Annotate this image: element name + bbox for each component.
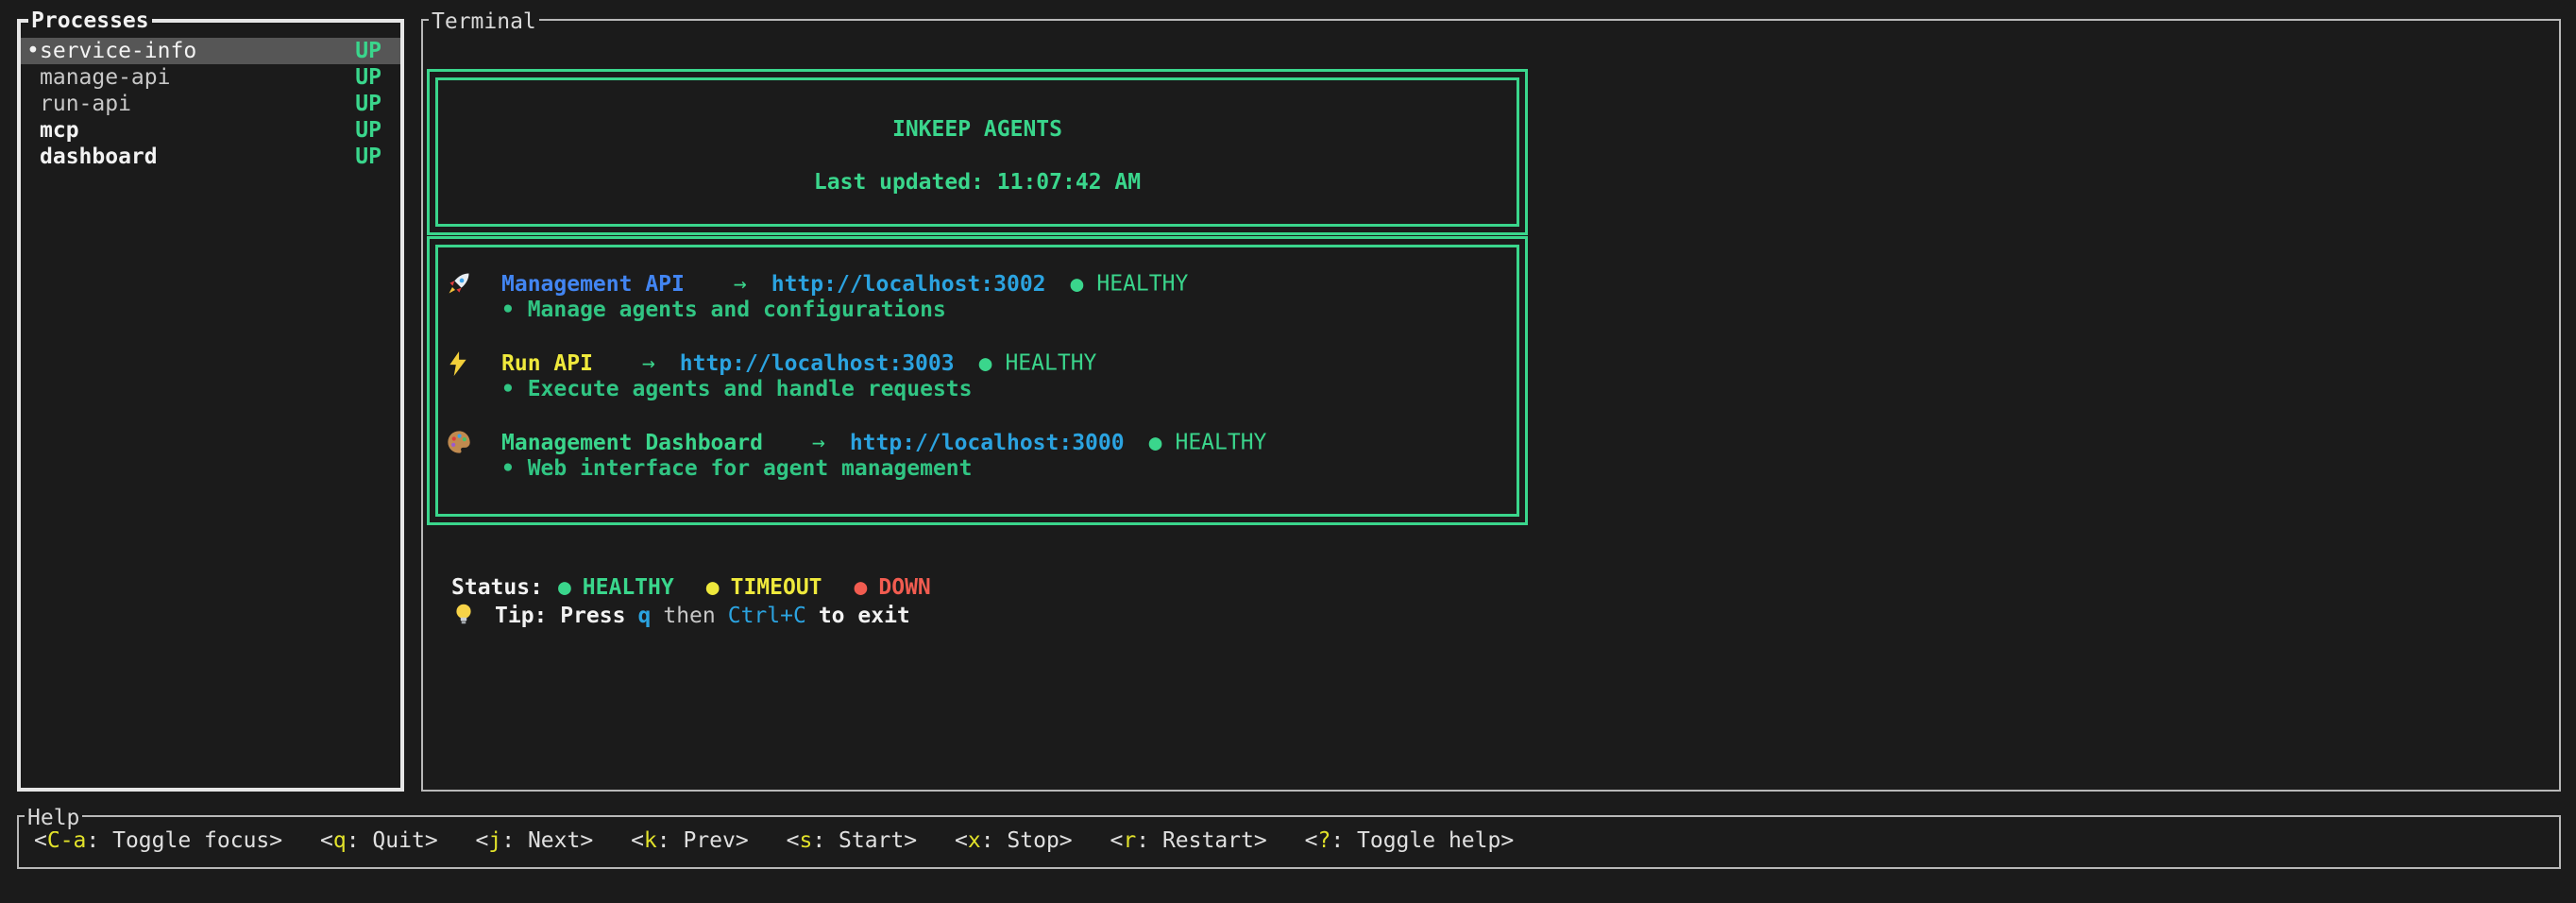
process-status-badge: UP [355,117,381,144]
process-status-badge: UP [355,144,381,170]
banner-last-updated: Last updated: 11:07:42 AM [438,169,1517,196]
service-label: Management API [501,272,685,297]
process-name: run-api [40,91,355,117]
timeout-dot-icon: ● [706,575,720,600]
service-row-run-api: Run API → http://localhost:3003 ● HEALTHY • … [446,349,1517,402]
tip-line: Tip: Press qthen Ctrl+C to exit [451,601,910,627]
service-row-management-dashboard: Management Dashboard → http://localhost:30… [446,429,1517,482]
help-item-restart: <r: Restart> [1110,828,1267,853]
status-legend: Status: ● HEALTHY ● TIMEOUT ● DOWN [451,574,963,601]
tip-key-q: q [637,604,651,628]
action-label: Start [839,828,904,853]
banner-box: INKEEP AGENTS Last updated: 11:07:42 AM [427,69,1528,235]
healthy-dot-icon: ● [558,575,571,600]
process-name: dashboard [40,144,355,170]
key-label: r [1123,828,1136,853]
action-label: Prev [683,828,735,853]
down-dot-icon: ● [855,575,868,600]
process-status-badge: UP [355,38,381,64]
service-url[interactable]: http://localhost:3000 [850,431,1125,455]
palette-icon [446,429,501,457]
processes-panel-title: Processes [28,8,152,34]
help-keybindings: <C-a: Toggle focus> <q: Quit> <j: Next> … [19,817,2559,854]
service-url[interactable]: http://localhost:3002 [771,272,1046,297]
banner-title: INKEEP AGENTS [438,116,1517,143]
service-description: • Execute agents and handle requests [501,376,1517,402]
app-root: Processes • service-info UP manage-api U… [0,0,2576,903]
process-row-mcp[interactable]: mcp UP [21,117,400,144]
service-description: • Web interface for agent management [501,455,1517,482]
health-dot-icon: ● [1149,431,1162,455]
process-name: service-info [40,38,355,64]
service-label: Run API [501,351,593,376]
action-label: Toggle focus [112,828,269,853]
terminal-panel[interactable]: Terminal INKEEP AGENTS Last updated: 11:… [421,19,2561,792]
key-label: q [333,828,347,853]
selection-marker: • [26,38,40,64]
service-row-management-api: Management API → http://localhost:3002 ● HEA… [446,270,1517,323]
bulb-icon [451,601,480,629]
process-list: • service-info UP manage-api UP run-api … [21,23,400,170]
action-label: Quit [372,828,424,853]
help-item-next: <j: Next> [476,828,594,853]
process-name: mcp [40,117,355,144]
help-item-toggle-focus: <C-a: Toggle focus> [34,828,282,853]
process-row-service-info[interactable]: • service-info UP [21,38,400,64]
legend-healthy: HEALTHY [583,575,674,600]
arrow-right-icon: → [734,272,747,297]
tip-prefix: Tip: Press [495,604,625,628]
service-url[interactable]: http://localhost:3003 [680,351,955,376]
help-item-prev: <k: Prev> [631,828,749,853]
legend-down: DOWN [878,575,930,600]
help-item-start: <s: Start> [787,828,918,853]
service-label: Management Dashboard [501,431,763,455]
action-label: Toggle help [1357,828,1500,853]
arrow-right-icon: → [642,351,655,376]
service-health-status: HEALTHY [1096,272,1188,297]
action-label: Stop [1007,828,1059,853]
process-row-manage-api[interactable]: manage-api UP [21,64,400,91]
terminal-panel-title: Terminal [429,9,539,35]
key-label: s [799,828,812,853]
help-item-toggle-help: <?: Toggle help> [1305,828,1515,853]
legend-label: Status: [451,575,543,600]
process-row-dashboard[interactable]: dashboard UP [21,144,400,170]
rocket-icon [446,270,501,298]
key-label: ? [1317,828,1330,853]
help-item-stop: <x: Stop> [955,828,1073,853]
processes-panel: Processes • service-info UP manage-api U… [17,19,404,792]
process-row-run-api[interactable]: run-api UP [21,91,400,117]
help-panel: Help <C-a: Toggle focus> <q: Quit> <j: N… [17,815,2561,869]
tip-combo-ctrl-c: Ctrl+C [728,604,806,628]
action-label: Next [528,828,580,853]
health-dot-icon: ● [979,351,992,376]
help-item-quit: <q: Quit> [320,828,438,853]
arrow-right-icon: → [812,431,825,455]
process-status-badge: UP [355,64,381,91]
tip-suffix: to exit [819,604,910,628]
tip-middle: then [663,604,715,628]
service-health-status: HEALTHY [1175,431,1266,455]
key-label: x [968,828,981,853]
zap-icon [446,349,501,378]
legend-timeout: TIMEOUT [731,575,822,600]
service-health-status: HEALTHY [1005,351,1096,376]
action-label: Restart [1162,828,1254,853]
key-label: k [644,828,657,853]
help-panel-title: Help [25,805,82,831]
process-name: manage-api [40,64,355,91]
process-status-badge: UP [355,91,381,117]
key-label: j [488,828,501,853]
key-label: C-a [47,828,87,853]
services-box: Management API → http://localhost:3002 ● HEA… [427,236,1528,525]
service-description: • Manage agents and configurations [501,297,1517,323]
health-dot-icon: ● [1071,272,1084,297]
